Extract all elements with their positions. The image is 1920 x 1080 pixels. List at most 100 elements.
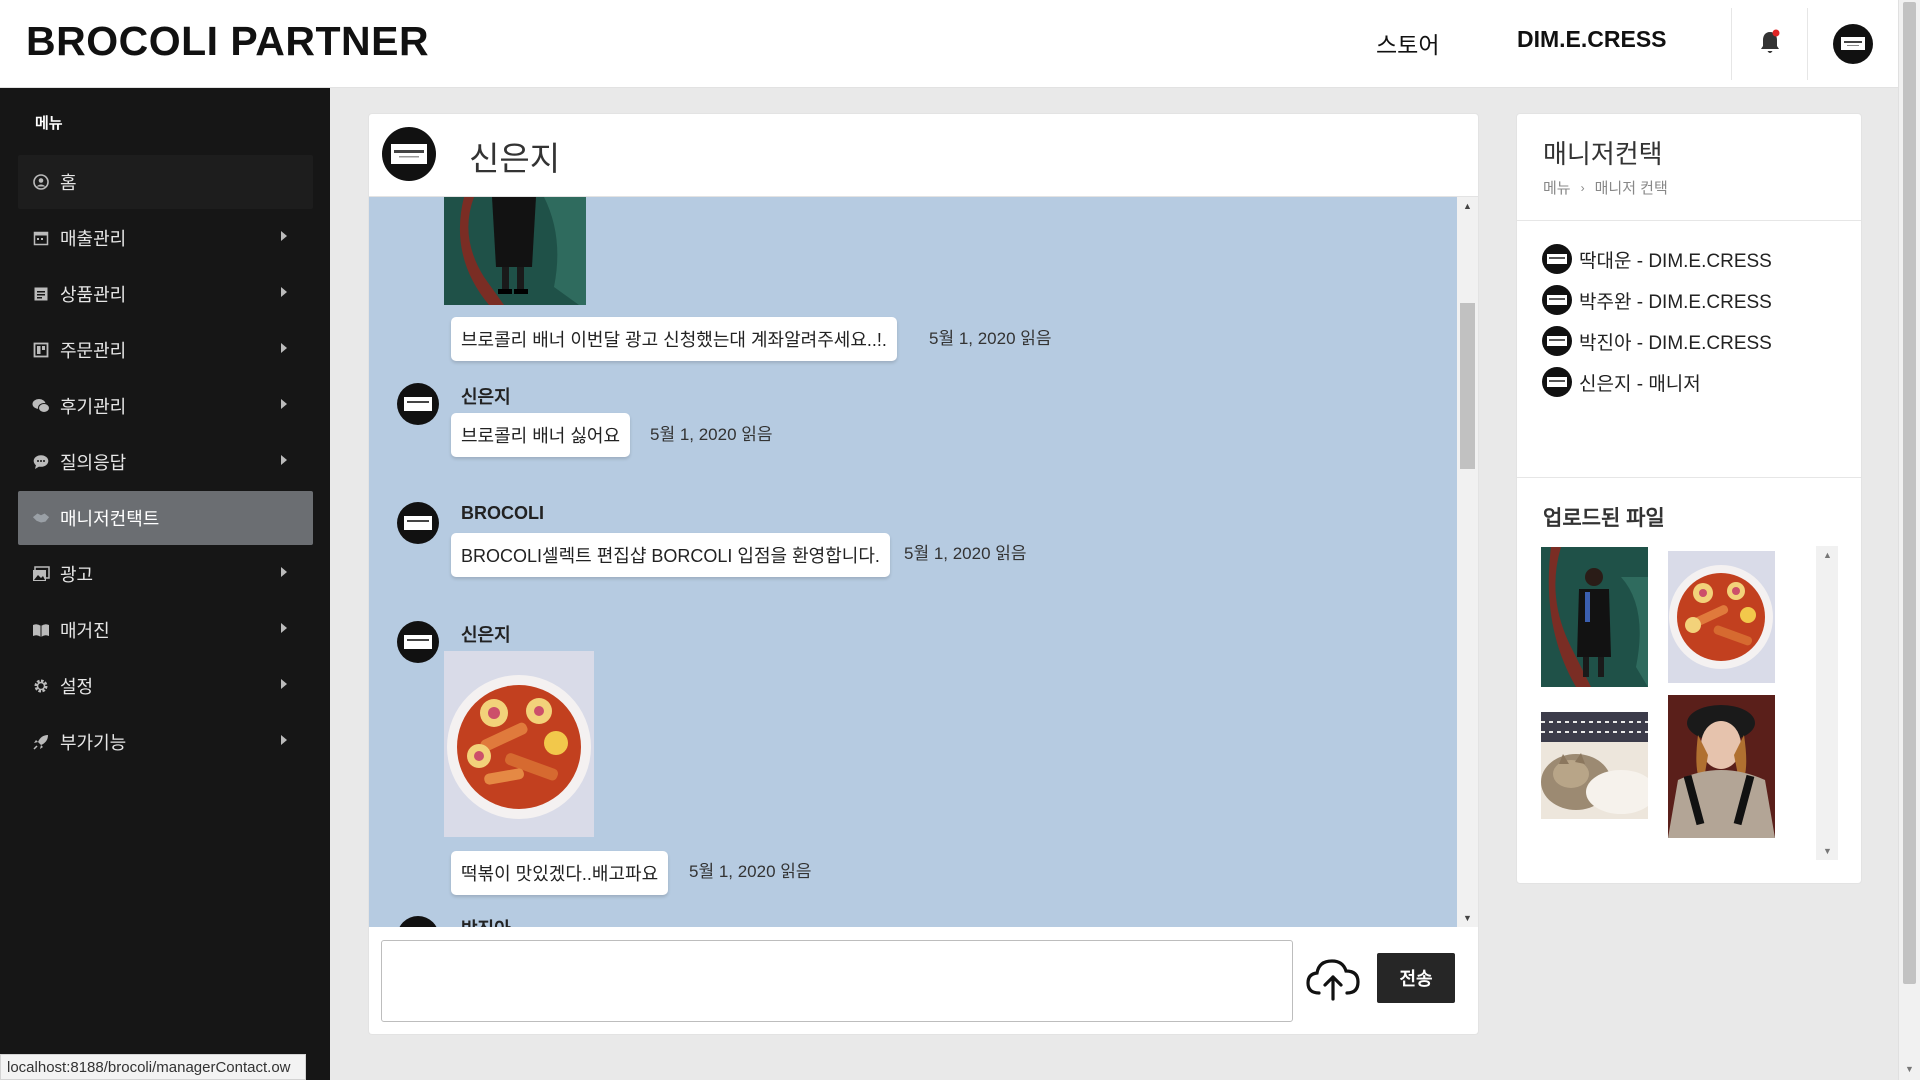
board-icon <box>32 341 50 359</box>
chat-scrollbar[interactable]: ▲ ▼ <box>1457 197 1478 927</box>
message-bubble: BROCOLI셀렉트 편집샵 BORCOLI 입점을 환영합니다. <box>451 533 890 577</box>
message-date: 5월 1, 2020 <box>689 862 776 881</box>
nav-store-link[interactable]: 스토어 <box>1376 26 1439 60</box>
sidebar-item-orders[interactable]: 주문관리 <box>18 323 313 377</box>
file-thumbnail[interactable] <box>1541 547 1648 687</box>
sender-avatar <box>397 502 439 544</box>
sidebar-title: 메뉴 <box>35 115 63 132</box>
scroll-up-icon[interactable]: ▲ <box>1463 201 1472 211</box>
contact-avatar <box>1542 285 1572 315</box>
read-status: 읽음 <box>741 425 773 444</box>
breadcrumb-item: 매니저 컨택 <box>1594 180 1668 197</box>
sidebar-item-home[interactable]: 홈 <box>18 155 313 209</box>
message-date: 5월 1, 2020 <box>929 329 1016 348</box>
contact-label: 박진아 - DIM.E.CRESS <box>1579 332 1772 354</box>
book-icon <box>32 621 50 639</box>
sidebar-item-label: 광고 <box>60 565 94 585</box>
sidebar-item-extras[interactable]: 부가기능 <box>18 715 313 769</box>
top-header: BROCOLI PARTNER 스토어 DIM.E.CRESS <box>0 0 1898 88</box>
chat-header: 신은지 <box>368 113 1479 197</box>
sidebar-item-label: 부가기능 <box>60 733 127 753</box>
sidebar-item-qna[interactable]: 질의응답 <box>18 435 313 489</box>
brand-logo[interactable]: BROCOLI PARTNER <box>26 18 429 65</box>
calendar-icon <box>32 229 50 247</box>
file-thumbnail[interactable] <box>1541 712 1648 819</box>
rocket-icon <box>32 733 50 751</box>
read-status: 읽음 <box>780 862 812 881</box>
scroll-down-icon[interactable]: ▼ <box>1823 846 1832 856</box>
sidebar-item-label: 설정 <box>60 677 94 697</box>
sidebar-item-magazine[interactable]: 매거진 <box>18 603 313 657</box>
contact-item[interactable]: 딱대운 - DIM.E.CRESS <box>1541 242 1772 276</box>
sidebar-item-label: 질의응답 <box>60 453 127 473</box>
read-status: 읽음 <box>1020 329 1052 348</box>
chevron-right-icon <box>281 343 287 353</box>
chat-avatar <box>382 127 436 181</box>
message-bubble: 브로콜리 배너 이번달 광고 신청했는대 계좌알려주세요..!. <box>451 317 897 361</box>
sidebar-item-ads[interactable]: 광고 <box>18 547 313 601</box>
message-meta: 5월 1, 2020 읽음 <box>929 324 1052 349</box>
sidebar-item-label: 상품관리 <box>60 285 127 305</box>
send-button[interactable]: 전송 <box>1377 953 1455 1003</box>
chevron-right-icon: › <box>1580 180 1585 195</box>
sidebar-item-sales[interactable]: 매출관리 <box>18 211 313 265</box>
sidebar-item-label: 후기관리 <box>60 397 127 417</box>
scroll-down-icon[interactable]: ▼ <box>1905 1064 1914 1074</box>
file-thumbnail[interactable] <box>1668 695 1775 838</box>
message-bubble: 브로콜리 배너 싫어요 <box>451 413 631 457</box>
browser-status-bar: localhost:8188/brocoli/managerContact.ow <box>0 1054 306 1080</box>
breadcrumb-item[interactable]: 메뉴 <box>1543 177 1571 198</box>
profile-avatar[interactable] <box>1832 23 1874 65</box>
sender-avatar <box>397 621 439 663</box>
contact-item[interactable]: 박진아 - DIM.E.CRESS <box>1541 324 1772 358</box>
chat-messages[interactable]: 브로콜리 배너 이번달 광고 신청했는대 계좌알려주세요..!. 5월 1, 2… <box>368 197 1479 927</box>
breadcrumb: 메뉴 › 매니저 컨택 <box>1543 177 1668 198</box>
message-date: 5월 1, 2020 <box>650 425 737 444</box>
upload-cloud-icon[interactable] <box>1305 955 1361 1003</box>
scroll-up-icon[interactable]: ▲ <box>1823 550 1832 560</box>
scroll-down-icon[interactable]: ▼ <box>1463 913 1472 923</box>
contact-item[interactable]: 박주완 - DIM.E.CRESS <box>1541 283 1772 317</box>
comment-icon <box>32 453 50 471</box>
message-image[interactable] <box>444 197 586 305</box>
chevron-right-icon <box>281 399 287 409</box>
scrollbar-thumb[interactable] <box>1903 2 1916 984</box>
files-scrollbar[interactable]: ▲ ▼ <box>1816 546 1838 860</box>
sidebar-item-label: 홈 <box>60 173 77 193</box>
message-image[interactable] <box>444 651 594 837</box>
divider <box>1517 477 1861 478</box>
sender-avatar <box>397 383 439 425</box>
gear-icon <box>32 677 50 695</box>
user-circle-icon <box>32 173 50 191</box>
file-thumbnail[interactable] <box>1668 551 1775 683</box>
sender-name: 신은지 <box>461 625 511 645</box>
sender-name: 신은지 <box>461 387 511 407</box>
handshake-icon <box>32 509 50 527</box>
chevron-right-icon <box>281 679 287 689</box>
bell-icon[interactable] <box>1758 29 1782 57</box>
sender-avatar <box>399 916 437 927</box>
sidebar-item-products[interactable]: 상품관리 <box>18 267 313 321</box>
sidebar-item-settings[interactable]: 설정 <box>18 659 313 713</box>
contact-item[interactable]: 신은지 - 매니저 <box>1541 365 1701 399</box>
sender-name: BROCOLI <box>461 503 544 523</box>
sidebar-item-manager-contact[interactable]: 매니저컨택트 <box>18 491 313 545</box>
chevron-right-icon <box>281 735 287 745</box>
contact-label: 딱대운 - DIM.E.CRESS <box>1579 250 1772 272</box>
chevron-right-icon <box>281 455 287 465</box>
scrollbar-thumb[interactable] <box>1460 303 1475 469</box>
page-scrollbar[interactable]: ▼ <box>1898 0 1920 1080</box>
sidebar-item-reviews[interactable]: 후기관리 <box>18 379 313 433</box>
chat-bubbles-icon <box>32 397 50 415</box>
message-input[interactable] <box>381 940 1293 1022</box>
message-bubble: 떡볶이 맛있겠다..배고파요 <box>451 851 669 895</box>
image-icon <box>32 565 50 583</box>
chevron-right-icon <box>281 231 287 241</box>
chevron-right-icon <box>281 623 287 633</box>
chat-composer: 전송 <box>368 927 1479 1035</box>
sidebar-item-label: 주문관리 <box>60 341 127 361</box>
contact-avatar <box>1542 326 1572 356</box>
nav-user-link[interactable]: DIM.E.CRESS <box>1517 26 1667 53</box>
message-meta: 5월 1, 2020 읽음 <box>650 420 773 445</box>
chat-title: 신은지 <box>469 140 561 177</box>
